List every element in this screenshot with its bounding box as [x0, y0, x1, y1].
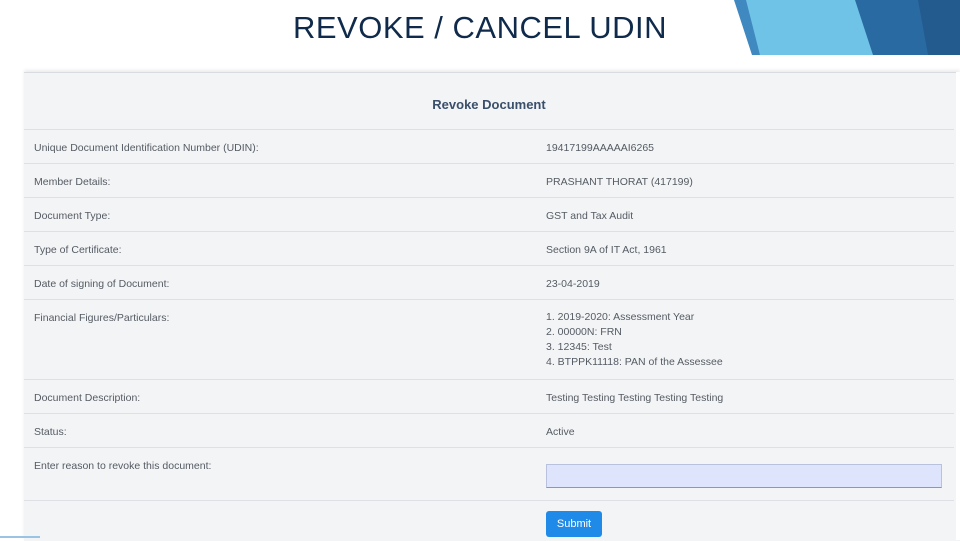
row-member-details: Member Details: PRASHANT THORAT (417199)	[24, 163, 954, 198]
revoke-reason-label: Enter reason to revoke this document:	[34, 460, 212, 472]
row-status: Status: Active	[24, 413, 954, 448]
row-revoke-reason: Enter reason to revoke this document:	[24, 447, 954, 501]
udin-value: 19417199AAAAAI6265	[546, 142, 655, 154]
member-details-label: Member Details:	[34, 176, 111, 188]
certificate-type-value: Section 9A of IT Act, 1961	[546, 244, 667, 256]
row-signing-date: Date of signing of Document: 23-04-2019	[24, 265, 954, 300]
row-document-type: Document Type: GST and Tax Audit	[24, 197, 954, 232]
status-label: Status:	[34, 426, 67, 438]
panel-heading: Revoke Document	[432, 97, 546, 112]
financial-figure-item: 1. 2019-2020: Assessment Year	[546, 311, 695, 323]
financial-figure-item: 3. 12345: Test	[546, 341, 612, 353]
row-financial-figures: Financial Figures/Particulars: 1. 2019-2…	[24, 299, 954, 380]
slide-title: REVOKE / CANCEL UDIN	[0, 10, 960, 46]
document-type-label: Document Type:	[34, 210, 111, 222]
udin-label: Unique Document Identification Number (U…	[34, 142, 259, 154]
row-certificate-type: Type of Certificate: Section 9A of IT Ac…	[24, 231, 954, 266]
document-description-value: Testing Testing Testing Testing Testing	[546, 392, 724, 404]
slide-title-text: REVOKE / CANCEL UDIN	[292, 10, 668, 45]
row-udin: Unique Document Identification Number (U…	[24, 129, 954, 164]
row-document-description: Document Description: Testing Testing Te…	[24, 379, 954, 414]
signing-date-value: 23-04-2019	[546, 278, 600, 290]
slide-right-edge	[956, 72, 960, 540]
slide-bottom-accent	[0, 536, 40, 538]
member-details-value: PRASHANT THORAT (417199)	[546, 176, 693, 188]
signing-date-label: Date of signing of Document:	[34, 278, 170, 290]
document-type-value: GST and Tax Audit	[546, 210, 634, 222]
revoke-document-panel: Revoke Document Unique Document Identifi…	[24, 72, 960, 541]
certificate-type-label: Type of Certificate:	[34, 244, 122, 256]
financial-figures-label: Financial Figures/Particulars:	[34, 312, 170, 324]
document-description-label: Document Description:	[34, 392, 141, 404]
revoke-reason-input[interactable]	[546, 464, 942, 488]
submit-button[interactable]: Submit	[546, 511, 602, 537]
status-value: Active	[546, 426, 575, 438]
financial-figures-list: 1. 2019-2020: Assessment Year 2. 00000N:…	[546, 310, 723, 370]
financial-figure-item: 4. BTPPK11118: PAN of the Assessee	[546, 356, 723, 368]
financial-figure-item: 2. 00000N: FRN	[546, 326, 622, 338]
